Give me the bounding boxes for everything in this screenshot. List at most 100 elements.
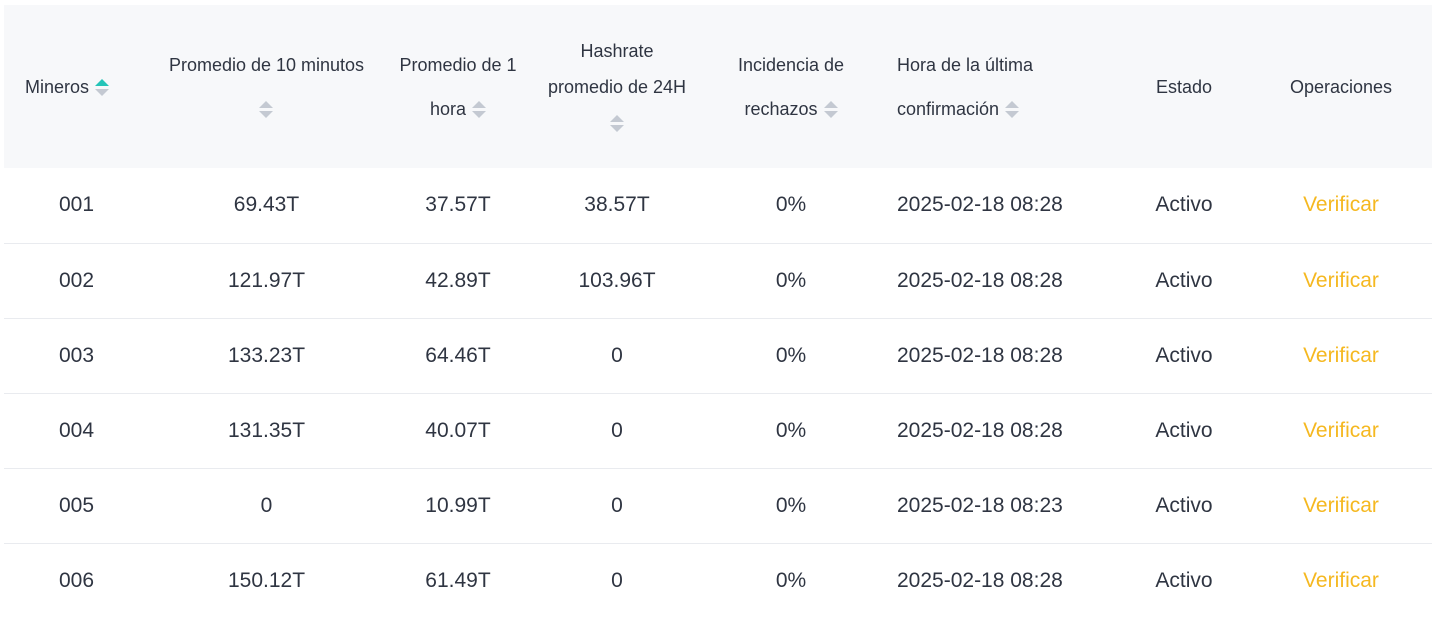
verify-link[interactable]: Verificar xyxy=(1303,344,1379,367)
sort-descending-icon[interactable] xyxy=(823,111,838,119)
column-header-label: Operaciones xyxy=(1289,76,1393,97)
column-header-label-line2: confirmación xyxy=(897,98,1000,119)
cell-avg1h: 40.07T xyxy=(425,418,491,442)
sort-arrows-icon[interactable] xyxy=(95,79,110,97)
column-header-status: Estado xyxy=(1118,5,1250,168)
sort-arrows-icon[interactable] xyxy=(1005,101,1020,119)
column-header-avg10[interactable]: Promedio de 10 minutos xyxy=(149,5,384,168)
cell-status: Activo xyxy=(1155,493,1213,517)
column-header-avg1h[interactable]: Promedio de 1 hora xyxy=(384,5,532,168)
cell-operations: Verificar xyxy=(1250,168,1432,243)
cell-avg10: 131.35T xyxy=(227,418,306,442)
column-header-label-line2: rechazos xyxy=(744,98,818,119)
sort-ascending-icon[interactable] xyxy=(1005,101,1020,109)
column-header-label-line1: Hora de la última xyxy=(897,54,1034,75)
sort-descending-icon[interactable] xyxy=(95,89,110,97)
verify-link[interactable]: Verificar xyxy=(1303,419,1379,442)
cell-last-confirmation: 2025-02-18 08:28 xyxy=(897,193,1063,217)
miners-table-container: Mineros Promedio de 10 minutos Promedio … xyxy=(4,5,1432,618)
cell-avg1h: 10.99T xyxy=(425,493,491,517)
cell-miner: 006 xyxy=(58,568,95,592)
sort-ascending-icon[interactable] xyxy=(472,101,486,109)
verify-link[interactable]: Verificar xyxy=(1303,494,1379,517)
table-row: 005 0 10.99T 0 0% 2025-02-18 08:23 Activ… xyxy=(4,468,1432,543)
sort-arrows-icon[interactable] xyxy=(823,101,838,119)
miners-table: Mineros Promedio de 10 minutos Promedio … xyxy=(4,5,1432,618)
column-header-label-line2: hora xyxy=(429,98,466,119)
cell-operations: Verificar xyxy=(1250,318,1432,393)
verify-link[interactable]: Verificar xyxy=(1303,193,1379,216)
cell-miner: 005 xyxy=(58,493,95,517)
cell-avg1h: 42.89T xyxy=(425,268,491,292)
cell-miner: 002 xyxy=(58,268,95,292)
table-row: 003 133.23T 64.46T 0 0% 2025-02-18 08:28… xyxy=(4,318,1432,393)
table-row: 004 131.35T 40.07T 0 0% 2025-02-18 08:28… xyxy=(4,393,1432,468)
cell-status: Activo xyxy=(1155,193,1213,217)
cell-avg1h: 61.49T xyxy=(425,568,491,592)
cell-status: Activo xyxy=(1155,268,1213,292)
cell-reject: 0% xyxy=(775,193,807,217)
sort-ascending-icon[interactable] xyxy=(95,79,110,87)
cell-avg10: 0 xyxy=(260,493,273,517)
table-row: 001 69.43T 37.57T 38.57T 0% 2025-02-18 0… xyxy=(4,168,1432,243)
sort-arrows-icon[interactable] xyxy=(259,101,274,119)
cell-operations: Verificar xyxy=(1250,468,1432,543)
cell-avg10: 69.43T xyxy=(233,193,300,217)
cell-status: Activo xyxy=(1155,418,1213,442)
cell-avg10: 150.12T xyxy=(227,568,306,592)
cell-miner: 001 xyxy=(58,193,95,217)
verify-link[interactable]: Verificar xyxy=(1303,269,1379,292)
cell-last-confirmation: 2025-02-18 08:28 xyxy=(897,418,1063,442)
cell-operations: Verificar xyxy=(1250,243,1432,318)
column-header-last-confirmation[interactable]: Hora de la última confirmación xyxy=(880,5,1118,168)
cell-last-confirmation: 2025-02-18 08:28 xyxy=(897,568,1063,592)
sort-descending-icon[interactable] xyxy=(259,111,274,119)
cell-status: Activo xyxy=(1155,568,1213,592)
cell-avg1h: 64.46T xyxy=(425,343,491,367)
cell-avg10: 121.97T xyxy=(227,268,306,292)
column-header-operations: Operaciones xyxy=(1250,5,1432,168)
cell-reject: 0% xyxy=(775,343,807,367)
verify-link[interactable]: Verificar xyxy=(1303,569,1379,592)
cell-hash24: 38.57T xyxy=(584,193,650,217)
table-header-row: Mineros Promedio de 10 minutos Promedio … xyxy=(4,5,1432,168)
column-header-miners[interactable]: Mineros xyxy=(4,5,149,168)
cell-last-confirmation: 2025-02-18 08:28 xyxy=(897,268,1063,292)
table-row: 006 150.12T 61.49T 0 0% 2025-02-18 08:28… xyxy=(4,543,1432,618)
sort-arrows-icon[interactable] xyxy=(610,115,624,133)
sort-ascending-icon[interactable] xyxy=(823,101,838,109)
cell-miner: 003 xyxy=(58,343,95,367)
cell-reject: 0% xyxy=(775,568,807,592)
cell-hash24: 0 xyxy=(611,568,623,592)
column-header-label: Promedio de 10 minutos xyxy=(168,54,365,75)
cell-last-confirmation: 2025-02-18 08:28 xyxy=(897,343,1063,367)
column-header-label-line1: Incidencia de xyxy=(737,54,845,75)
cell-hash24: 0 xyxy=(611,493,623,517)
column-header-reject[interactable]: Incidencia de rechazos xyxy=(702,5,880,168)
cell-operations: Verificar xyxy=(1250,393,1432,468)
sort-ascending-icon[interactable] xyxy=(610,115,624,123)
cell-miner: 004 xyxy=(58,418,95,442)
column-header-label: Mineros xyxy=(25,76,90,97)
cell-reject: 0% xyxy=(775,418,807,442)
column-header-label: Estado xyxy=(1155,76,1213,97)
cell-hash24: 0 xyxy=(611,418,623,442)
column-header-label-line1: Promedio de 1 xyxy=(399,54,517,75)
cell-status: Activo xyxy=(1155,343,1213,367)
cell-hash24: 103.96T xyxy=(578,268,656,292)
cell-avg1h: 37.57T xyxy=(425,193,491,217)
column-header-label-line2: promedio de 24H xyxy=(547,76,687,97)
column-header-hash24[interactable]: Hashrate promedio de 24H xyxy=(532,5,702,168)
cell-operations: Verificar xyxy=(1250,543,1432,618)
cell-hash24: 0 xyxy=(611,343,623,367)
cell-reject: 0% xyxy=(775,268,807,292)
sort-arrows-icon[interactable] xyxy=(472,101,486,119)
cell-avg10: 133.23T xyxy=(227,343,306,367)
sort-descending-icon[interactable] xyxy=(1005,111,1020,119)
sort-descending-icon[interactable] xyxy=(472,111,486,119)
cell-last-confirmation: 2025-02-18 08:23 xyxy=(897,493,1063,517)
sort-ascending-icon[interactable] xyxy=(259,101,274,109)
cell-reject: 0% xyxy=(775,493,807,517)
sort-descending-icon[interactable] xyxy=(610,125,624,133)
column-header-label-line1: Hashrate xyxy=(580,40,654,61)
